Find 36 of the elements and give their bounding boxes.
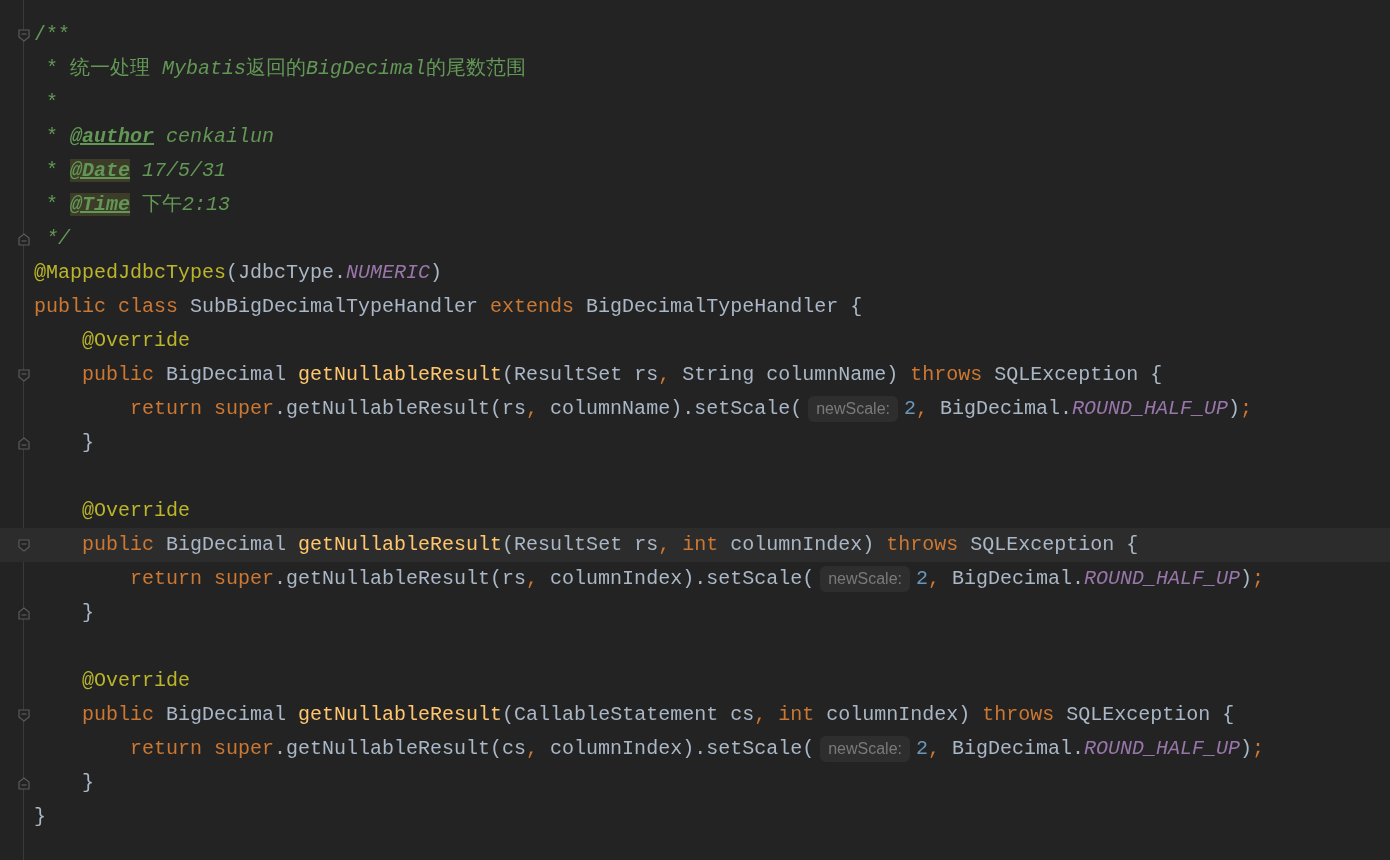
code-text: * — [45, 90, 58, 116]
parameter-hint: newScale: — [820, 736, 910, 762]
fold-icon[interactable] — [18, 606, 30, 620]
code-text: } — [34, 804, 46, 830]
code-text: * @author cenkailun — [45, 124, 275, 150]
code-text: public class SubBigDecimalTypeHandler extends BigDecimalTypeHandler { — [34, 294, 863, 320]
code-text: public BigDecimal getNullableResult(CallableStatement cs, int columnIndex) throws SQLException { — [81, 702, 1235, 728]
fold-icon[interactable] — [18, 232, 30, 246]
fold-icon[interactable] — [18, 28, 30, 42]
code-text: */ — [45, 226, 70, 252]
code-text: @MappedJdbcTypes(JdbcType.NUMERIC) — [34, 260, 443, 286]
code-text: @Override — [81, 328, 191, 354]
parameter-hint: newScale: — [808, 396, 898, 422]
parameter-hint: newScale: — [820, 566, 910, 592]
code-text: return super.getNullableResult(rs, columnIndex).setScale( — [129, 566, 815, 592]
code-text: 2, BigDecimal.ROUND_HALF_UP); — [916, 566, 1265, 592]
code-text: return super.getNullableResult(rs, columnName).setScale( — [129, 396, 803, 422]
code-text: 2, BigDecimal.ROUND_HALF_UP); — [904, 396, 1253, 422]
code-text: @Override — [81, 498, 191, 524]
fold-icon[interactable] — [18, 708, 30, 722]
fold-icon[interactable] — [18, 538, 30, 552]
code-text: } — [81, 600, 94, 626]
code-text: * 统一处理 Mybatis返回的BigDecimal的尾数范围 — [45, 56, 527, 82]
code-text: public BigDecimal getNullableResult(ResultSet rs, String columnName) throws SQLException { — [81, 362, 1163, 388]
code-text: * @Time 下午2:13 — [45, 192, 231, 218]
code-text: } — [81, 770, 94, 796]
code-text: @Override — [81, 668, 191, 694]
fold-icon[interactable] — [18, 436, 30, 450]
code-text: * @Date 17/5/31 — [45, 158, 227, 184]
code-text: return super.getNullableResult(cs, columnIndex).setScale( — [129, 736, 815, 762]
code-text: } — [81, 430, 94, 456]
fold-icon[interactable] — [18, 776, 30, 790]
fold-icon[interactable] — [18, 368, 30, 382]
code-text: /** — [34, 22, 70, 48]
code-text: public BigDecimal getNullableResult(ResultSet rs, int columnIndex) throws SQLException { — [81, 532, 1139, 558]
code-text: 2, BigDecimal.ROUND_HALF_UP); — [916, 736, 1265, 762]
